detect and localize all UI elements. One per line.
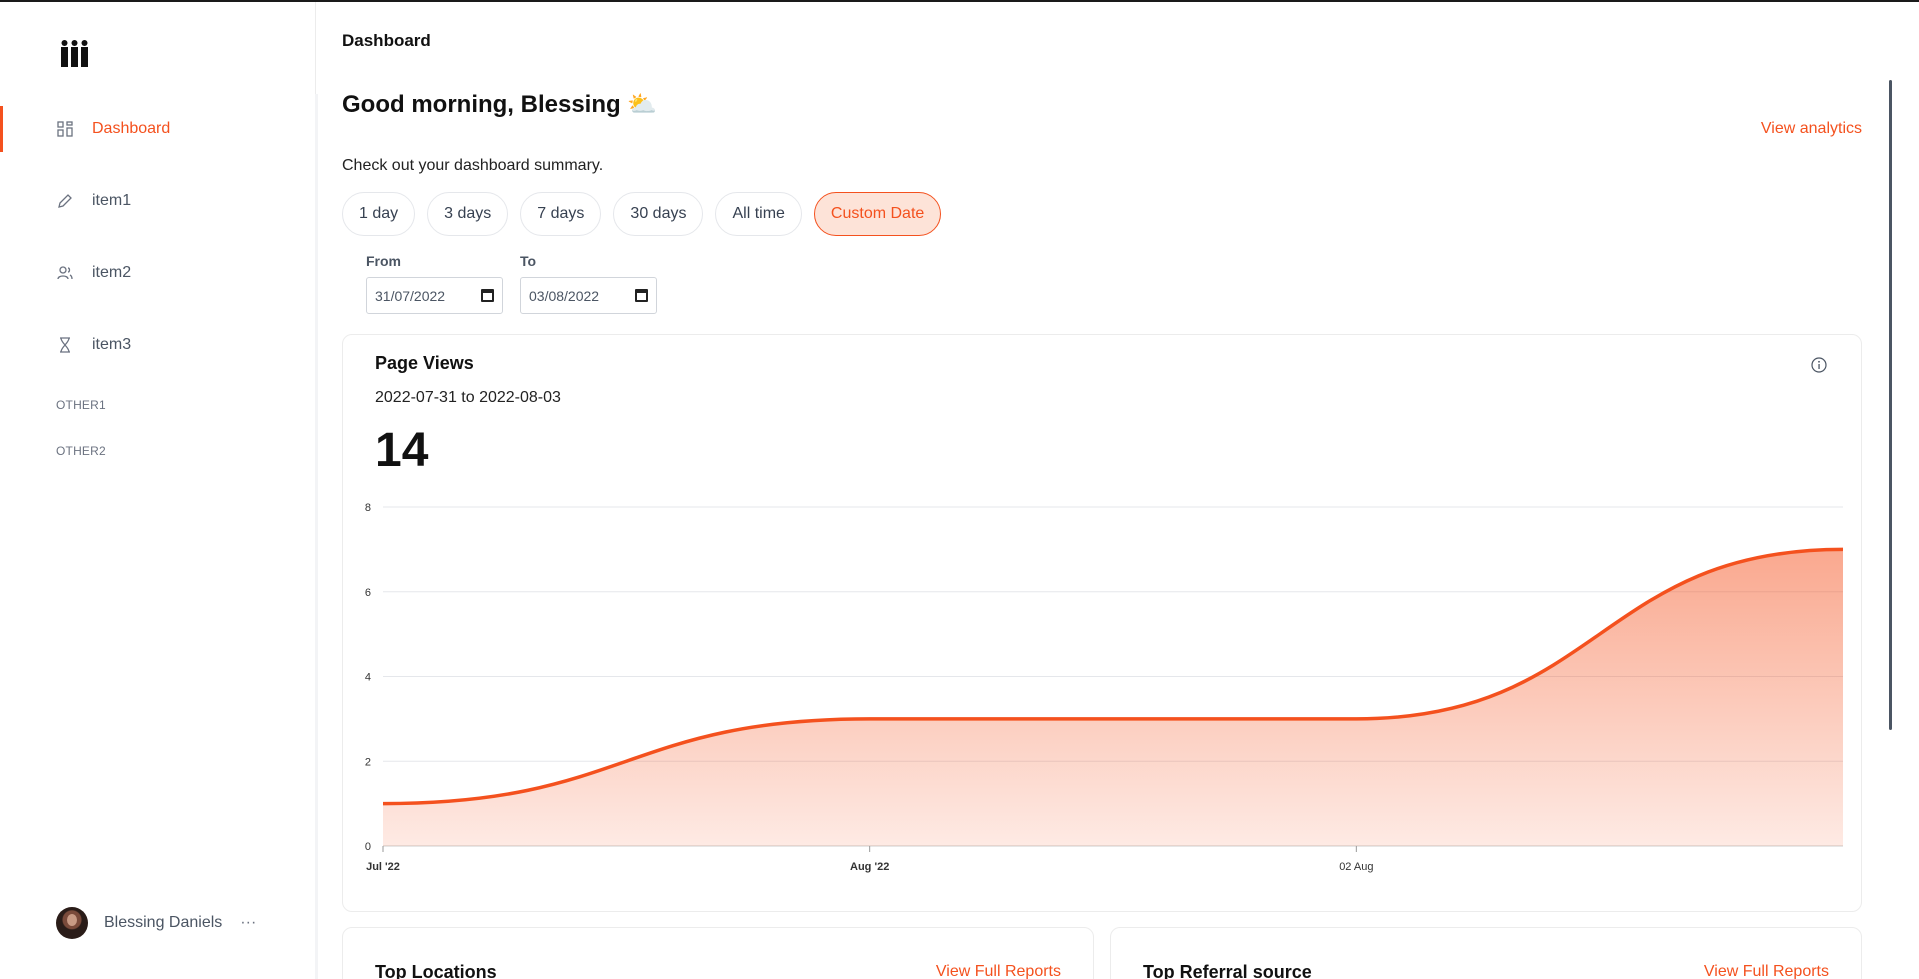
- top-locations-title: Top Locations: [375, 962, 497, 979]
- chart-x-tick-label: Aug '22: [850, 861, 889, 873]
- calendar-icon[interactable]: [635, 289, 648, 302]
- sidebar-item-label: Dashboard: [92, 120, 171, 137]
- top-referral-title: Top Referral source: [1143, 962, 1312, 979]
- filter-7-days[interactable]: 7 days: [520, 192, 602, 236]
- date-filter-group: 1 day 3 days 7 days 30 days All time Cus…: [342, 192, 953, 236]
- scrollbar[interactable]: [1889, 80, 1892, 730]
- sidebar: Dashboard item1 item2 item3 OTHER1 OTHER…: [0, 2, 316, 979]
- chart-area-fill: [383, 549, 1843, 846]
- to-date-field[interactable]: 03/08/2022: [520, 277, 657, 314]
- to-date-label: To: [520, 253, 537, 269]
- top-referral-card: Top Referral source View Full Reports: [1110, 927, 1862, 979]
- greeting-heading: Good morning, Blessing ⛅: [342, 91, 658, 118]
- sidebar-item-item2[interactable]: item2: [0, 250, 316, 296]
- more-options-icon[interactable]: ···: [240, 914, 256, 932]
- filter-3-days[interactable]: 3 days: [427, 192, 509, 236]
- page-views-card: Page Views 2022-07-31 to 2022-08-03 14 0…: [342, 334, 1862, 912]
- dashboard-summary-text: Check out your dashboard summary.: [342, 157, 604, 174]
- pencil-icon: [56, 192, 74, 210]
- chart-x-tick-label: 02 Aug: [1339, 861, 1373, 873]
- filter-1-day[interactable]: 1 day: [342, 192, 416, 236]
- sidebar-item-item3[interactable]: item3: [0, 322, 316, 368]
- user-name: Blessing Daniels: [104, 914, 223, 931]
- chart-y-tick-label: 6: [365, 587, 371, 599]
- chart-y-tick-label: 2: [365, 756, 371, 768]
- top-locations-view-reports-link[interactable]: View Full Reports: [936, 963, 1061, 979]
- avatar[interactable]: [56, 907, 88, 939]
- from-date-field[interactable]: 31/07/2022: [366, 277, 503, 314]
- chart-y-tick-label: 4: [365, 672, 371, 684]
- from-date-label: From: [366, 253, 401, 269]
- hourglass-icon: [56, 336, 74, 354]
- sidebar-item-label: item1: [92, 192, 132, 209]
- section-label-other1[interactable]: OTHER1: [56, 398, 106, 412]
- dashboard-grid-icon: [56, 120, 74, 138]
- section-label-other2[interactable]: OTHER2: [56, 444, 106, 458]
- top-referral-view-reports-link[interactable]: View Full Reports: [1704, 963, 1829, 979]
- sidebar-item-label: item2: [92, 264, 132, 281]
- chart-y-tick-label: 8: [365, 502, 371, 514]
- sidebar-item-dashboard[interactable]: Dashboard: [0, 106, 316, 152]
- page-views-chart: 0 2 4 6 8 Jul '22 Aug '22 02 Aug: [365, 502, 1844, 873]
- brand-logo-icon[interactable]: [60, 39, 90, 69]
- chart-y-tick-label: 0: [365, 841, 371, 853]
- sidebar-item-item1[interactable]: item1: [0, 178, 316, 224]
- user-profile[interactable]: Blessing Daniels ···: [56, 907, 256, 939]
- page-title: Dashboard: [342, 31, 431, 50]
- from-date-value: 31/07/2022: [375, 287, 446, 304]
- users-icon: [56, 264, 74, 282]
- calendar-icon[interactable]: [481, 289, 494, 302]
- view-analytics-link[interactable]: View analytics: [1761, 120, 1862, 138]
- filter-custom-date[interactable]: Custom Date: [813, 192, 942, 236]
- chart-x-tick-label: Jul '22: [366, 861, 400, 873]
- to-date-value: 03/08/2022: [529, 287, 600, 304]
- sidebar-item-label: item3: [92, 336, 132, 353]
- filter-all-time[interactable]: All time: [715, 192, 802, 236]
- main-content: Dashboard Good morning, Blessing ⛅ View …: [318, 2, 1919, 979]
- top-locations-card: Top Locations View Full Reports: [342, 927, 1094, 979]
- filter-30-days[interactable]: 30 days: [613, 192, 704, 236]
